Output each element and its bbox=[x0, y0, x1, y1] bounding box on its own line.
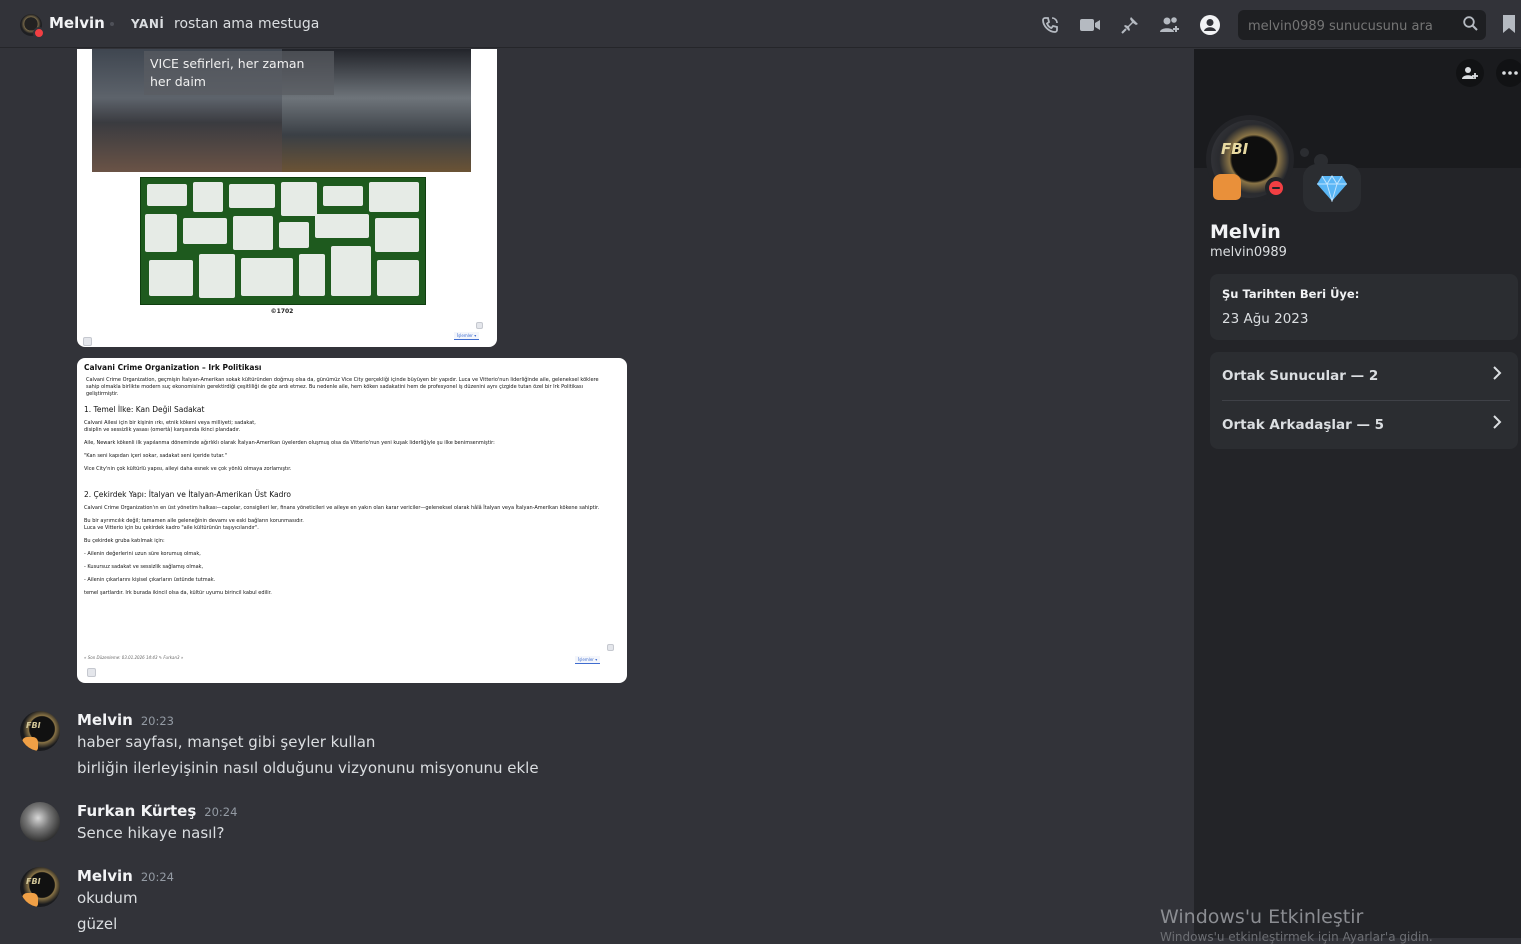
message-author[interactable]: Melvin 20:23 bbox=[77, 711, 174, 729]
document-paragraph: temel şartlardır. Irk burada ikincil ols… bbox=[84, 590, 272, 596]
document-content: Calvani Crime Organization – Irk Politik… bbox=[84, 364, 614, 603]
message-author[interactable]: Melvin 20:24 bbox=[77, 867, 174, 885]
doc-corner-icon bbox=[83, 337, 92, 346]
profile-display-name: Melvin bbox=[1210, 221, 1281, 243]
message-text: haber sayfası, manşet gibi şeyler kullan bbox=[77, 733, 376, 751]
mutuals-card: Ortak Sunucular — 2 Ortak Arkadaşlar — 5 bbox=[1210, 352, 1518, 449]
document-footer: « Son Düzenleme: 03.01.2026 14:43 ✎ Furk… bbox=[84, 655, 184, 660]
document-paragraph: Vice City'nin çok kültürlü yapısı, ailey… bbox=[84, 466, 292, 472]
message-timestamp: 20:24 bbox=[204, 805, 238, 819]
screenshot-caption: VICE sefirleri, her zaman her daim bbox=[144, 51, 334, 95]
document-heading-1: 1. Temel İlke: Kan Değil Sadakat bbox=[84, 405, 205, 414]
message-text: Sence hikaye nasıl? bbox=[77, 824, 225, 842]
pin-icon[interactable] bbox=[1119, 14, 1141, 36]
document-title: Calvani Crime Organization – Irk Politik… bbox=[84, 363, 262, 372]
message-text: okudum bbox=[77, 889, 138, 907]
user-profile-panel: FBI Melvin melvin0989 Şu Tarihten Beri Ü… bbox=[1194, 49, 1521, 938]
bookmark-icon[interactable] bbox=[1502, 14, 1516, 34]
message-timestamp: 20:24 bbox=[140, 870, 174, 884]
image-attachment-document[interactable]: Calvani Crime Organization – Irk Politik… bbox=[77, 358, 627, 683]
mutual-servers-label: Ortak Sunucular — 2 bbox=[1222, 368, 1379, 384]
status-bubble-dot bbox=[1300, 148, 1309, 157]
member-since-date: 23 Ağu 2023 bbox=[1222, 311, 1309, 327]
edit-icon bbox=[476, 322, 483, 329]
windows-activation-subtitle: Windows'u etkinleştirmek için Ayarlar'a … bbox=[1160, 930, 1433, 944]
member-since-card: Şu Tarihten Beri Üye: 23 Ağu 2023 bbox=[1210, 274, 1518, 340]
document-quote: "Kan seni kapıdan içeri sokar, sadakat s… bbox=[84, 453, 227, 459]
actions-button: İşlemler ▾ bbox=[454, 332, 480, 340]
map-copyright: ©1702 bbox=[270, 308, 294, 315]
avatar[interactable] bbox=[20, 802, 60, 842]
mutual-servers-row[interactable]: Ortak Sunucular — 2 bbox=[1210, 352, 1518, 401]
message-text: birliğin ilerleyişinin nasıl olduğunu vi… bbox=[77, 759, 539, 777]
phone-call-icon[interactable] bbox=[1039, 14, 1061, 36]
video-call-icon[interactable] bbox=[1079, 14, 1101, 36]
actions-button: İşlemler ▾ bbox=[575, 656, 601, 664]
add-friend-icon[interactable] bbox=[1456, 59, 1484, 87]
city-map-image bbox=[140, 177, 426, 305]
document-paragraph: Bu çekirdek gruba katılmak için: bbox=[84, 538, 165, 544]
message-timestamp: 20:23 bbox=[140, 714, 174, 728]
document-list-item: - Ailenin çıkarlarını kişisel çıkarların… bbox=[84, 577, 216, 583]
more-options-icon[interactable] bbox=[1496, 59, 1521, 87]
document-heading-2: 2. Çekirdek Yapı: İtalyan ve İtalyan-Ame… bbox=[84, 490, 291, 499]
windows-activation-watermark: Windows'u Etkinleştir bbox=[1160, 906, 1364, 928]
user-profile-icon[interactable] bbox=[1199, 14, 1221, 36]
channel-header: Melvin YANİ rostan ama mestuga bbox=[0, 0, 1521, 48]
doc-corner-icon bbox=[87, 668, 96, 677]
document-paragraph: Calvani Ailesi için bir kişinin ırkı, et… bbox=[84, 420, 256, 433]
chevron-right-icon bbox=[1492, 365, 1502, 386]
edit-icon bbox=[607, 644, 614, 651]
header-separator bbox=[110, 22, 114, 26]
header-username[interactable]: Melvin bbox=[49, 14, 105, 32]
server-tag[interactable]: YANİ bbox=[131, 17, 164, 31]
document-paragraph: Aile, Newark kökenli ilk yapılanma dönem… bbox=[84, 440, 495, 446]
document-list-item: - Kusursuz sadakat ve sessizlik sağlamış… bbox=[84, 564, 204, 570]
profile-username[interactable]: melvin0989 bbox=[1210, 245, 1287, 260]
search-icon[interactable] bbox=[1463, 16, 1478, 35]
image-attachment-screenshot[interactable]: VICE sefirleri, her zaman her daim ©1702… bbox=[77, 49, 497, 347]
custom-status: rostan ama mestuga bbox=[174, 16, 320, 32]
message-list[interactable]: VICE sefirleri, her zaman her daim ©1702… bbox=[0, 49, 1193, 938]
dnd-status-icon bbox=[1265, 177, 1287, 199]
chevron-right-icon bbox=[1492, 414, 1502, 435]
document-paragraph: Bu bir ayrımcılık değil; tamamen aile ge… bbox=[84, 518, 304, 531]
nitro-gem-icon[interactable] bbox=[1303, 164, 1361, 212]
message-text: güzel bbox=[77, 915, 118, 933]
header-avatar[interactable] bbox=[20, 14, 45, 39]
avatar[interactable]: FBI bbox=[20, 711, 60, 751]
dnd-status-icon bbox=[33, 27, 45, 39]
member-since-label: Şu Tarihten Beri Üye: bbox=[1222, 287, 1360, 301]
document-intro: Calvani Crime Organization, geçmişin İta… bbox=[86, 377, 599, 397]
document-list-item: - Ailenin değerlerini uzun süre korumuş … bbox=[84, 551, 201, 557]
search-bar[interactable] bbox=[1238, 10, 1486, 42]
search-input[interactable] bbox=[1246, 10, 1460, 42]
mutual-friends-row[interactable]: Ortak Arkadaşlar — 5 bbox=[1210, 401, 1518, 449]
message-author[interactable]: Furkan Kürteş 20:24 bbox=[77, 802, 237, 820]
document-paragraph: Calvani Crime Organization'ın en üst yön… bbox=[84, 505, 600, 511]
add-friend-icon[interactable] bbox=[1159, 14, 1181, 36]
avatar[interactable]: FBI bbox=[20, 867, 60, 907]
mutual-friends-label: Ortak Arkadaşlar — 5 bbox=[1222, 417, 1385, 433]
